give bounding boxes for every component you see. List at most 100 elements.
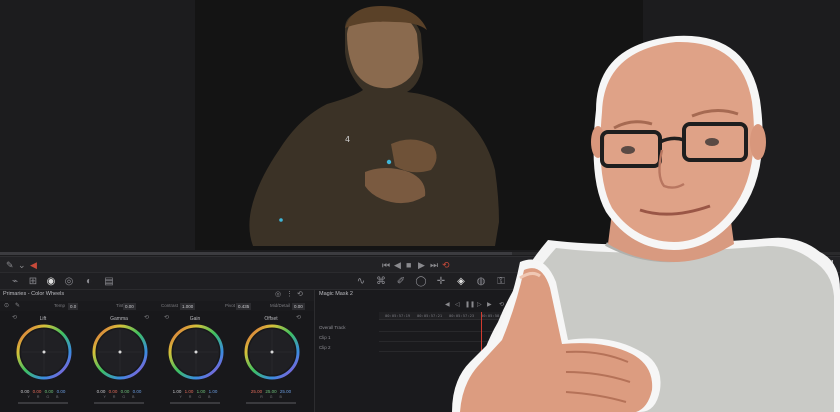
channel-label: G xyxy=(269,395,273,399)
reset-all-icon[interactable]: ◎ xyxy=(275,290,281,298)
track-backward-icon[interactable]: ◀ xyxy=(445,301,450,308)
value-b[interactable]: 1.00 xyxy=(209,389,218,394)
master-slider[interactable] xyxy=(170,402,220,404)
color-wheel-icon[interactable] xyxy=(244,324,300,380)
ruler-tick: 00:05:58:03 xyxy=(513,313,539,318)
value-y[interactable]: 1.00 xyxy=(173,389,182,394)
channel-label: Y xyxy=(27,395,30,399)
tracking-point-icon xyxy=(279,218,283,222)
color-wheels-icon[interactable]: ◉ xyxy=(44,275,58,288)
wheel-label: Gamma xyxy=(110,316,128,322)
value-g[interactable]: 0.00 xyxy=(45,389,54,394)
step-forward-icon[interactable]: ▷ xyxy=(477,301,482,308)
master-slider[interactable] xyxy=(246,402,296,404)
step-backward-icon[interactable]: ◁ xyxy=(455,301,460,308)
palette-toolbar: ⌁ ⊞ ◉ ◎ ◐ ▤ ∿ ⌘ ✐ ◯ ✛ ◈ ◍ ⚿ xyxy=(0,272,840,290)
master-slider[interactable] xyxy=(94,402,144,404)
channel-label: R xyxy=(188,395,192,399)
magic-mask-tools: ◀ ◁ ❚❚ ▷ ▶ ⟲ xyxy=(315,300,840,311)
scrub-back-icon[interactable]: ◀ xyxy=(30,259,37,271)
primaries-title: Primaries - Color Wheels xyxy=(3,291,65,297)
playhead[interactable] xyxy=(481,312,482,412)
track-overall[interactable]: Overall Track xyxy=(319,325,346,330)
picker-icon[interactable]: ✎ xyxy=(15,302,20,309)
track-clip-2[interactable]: Clip 2 xyxy=(319,345,331,350)
key-icon[interactable]: ⚿ xyxy=(494,275,508,288)
value-r[interactable]: 0.00 xyxy=(33,389,42,394)
value-y[interactable]: 0.00 xyxy=(21,389,30,394)
wheel-label: Gain xyxy=(189,316,201,322)
viewer-video-frame: 4 xyxy=(249,6,499,246)
hdr-icon[interactable]: ▤ xyxy=(102,275,116,288)
color-match-icon[interactable]: ⊞ xyxy=(26,275,40,288)
track-clip-1[interactable]: Clip 1 xyxy=(319,335,331,340)
value-g[interactable]: 25.00 xyxy=(265,389,276,394)
dropdown-icon[interactable]: ⌄ xyxy=(18,259,26,271)
color-wheel-icon[interactable] xyxy=(92,324,148,380)
step-back-icon[interactable]: ◀ xyxy=(394,259,401,271)
qualifier-icon[interactable]: ✐ xyxy=(394,275,408,288)
pen-icon[interactable]: ✎ xyxy=(6,259,14,271)
param-pivot-field[interactable]: 0.435 xyxy=(236,303,252,310)
magic-mask-ruler[interactable]: 00:05:57:19 00:05:57:21 00:05:57:23 00:0… xyxy=(379,312,840,320)
window-icon[interactable]: ◯ xyxy=(414,275,428,288)
color-wheel-icon[interactable] xyxy=(16,324,72,380)
channel-label: G xyxy=(198,395,202,399)
more-icon[interactable]: ⟲ xyxy=(297,290,303,298)
transport-bar: ✎ ⌄ ◀ ⏮ ◀ ■ ▶ ⏭ ⟲ 00:05:58:04 xyxy=(0,256,840,272)
color-wheel-icon[interactable] xyxy=(168,324,224,380)
auto-balance-icon[interactable]: ⊙ xyxy=(4,302,9,309)
motion-effects-icon[interactable]: ◐ xyxy=(82,275,96,288)
gamma-wheel[interactable]: ⟲ Gamma 0.00 0.00 0.00 0.00 Y R G B xyxy=(82,311,156,412)
value-g[interactable]: 1.00 xyxy=(197,389,206,394)
viewer-scrubber[interactable] xyxy=(0,252,840,255)
ruler-tick: 00:05:57:19 xyxy=(385,313,411,318)
param-temp-field[interactable]: 0.0 xyxy=(68,303,79,310)
param-label-temp: Temp xyxy=(54,303,66,308)
value-b[interactable]: 0.00 xyxy=(57,389,66,394)
value-r[interactable]: 0.00 xyxy=(109,389,118,394)
lift-wheel[interactable]: ⟲ Lift 0.00 0.00 0.00 0.00 Y R G B xyxy=(6,311,80,412)
track-forward-icon[interactable]: ▶ xyxy=(487,301,492,308)
value-r[interactable]: 1.00 xyxy=(185,389,194,394)
param-tint-field[interactable]: 0.00 xyxy=(123,303,136,310)
track-lane xyxy=(379,341,840,342)
value-r[interactable]: 25.00 xyxy=(251,389,262,394)
gain-wheel[interactable]: ⟲ Gain 1.00 1.00 1.00 1.00 Y R G B xyxy=(158,311,232,412)
warper-icon[interactable]: ⌘ xyxy=(374,275,388,288)
curves-icon[interactable]: ∿ xyxy=(354,275,368,288)
tracker-icon[interactable]: ✛ xyxy=(434,275,448,288)
magic-mask-icon[interactable]: ◈ xyxy=(454,275,468,288)
channel-label: B xyxy=(279,395,282,399)
blur-icon[interactable]: ◍ xyxy=(474,275,488,288)
play-icon[interactable]: ▶ xyxy=(418,259,425,271)
skip-start-icon[interactable]: ⏮ xyxy=(382,259,390,271)
stop-icon[interactable]: ■ xyxy=(406,259,411,271)
reset-track-icon[interactable]: ⟲ xyxy=(499,301,504,308)
wheel-values: 25.00 25.00 25.00 xyxy=(234,389,308,394)
master-slider[interactable] xyxy=(18,402,68,404)
loop-icon[interactable]: ⟲ xyxy=(442,259,450,271)
param-middetail-field[interactable]: 0.00 xyxy=(292,303,305,310)
track-lane xyxy=(379,351,840,352)
viewer-frame: 4 xyxy=(195,0,643,250)
value-b[interactable]: 0.00 xyxy=(133,389,142,394)
wheel-label: Lift xyxy=(39,316,47,322)
param-label-middetail: Mid/Detail xyxy=(270,303,291,308)
value-y[interactable]: 0.00 xyxy=(97,389,106,394)
primaries-header: Primaries - Color Wheels ◎ ⋮ ⟲ xyxy=(0,290,314,301)
pause-icon[interactable]: ❚❚ xyxy=(465,301,475,308)
channel-label: Y xyxy=(103,395,106,399)
skip-end-icon[interactable]: ⏭ xyxy=(430,259,438,271)
rgb-mixer-icon[interactable]: ◎ xyxy=(62,275,76,288)
channel-label: B xyxy=(208,395,211,399)
value-b[interactable]: 25.00 xyxy=(280,389,291,394)
bars-mode-icon[interactable]: ⋮ xyxy=(286,290,293,298)
channel-label: G xyxy=(46,395,50,399)
value-g[interactable]: 0.00 xyxy=(121,389,130,394)
param-contrast-field[interactable]: 1.000 xyxy=(180,303,196,310)
scrubber-progress xyxy=(0,252,513,255)
offset-wheel[interactable]: ⟲ Offset 25.00 25.00 25.00 R G B xyxy=(234,311,308,412)
camera-raw-icon[interactable]: ⌁ xyxy=(8,275,22,288)
magic-mask-title: Magic Mask 2 xyxy=(319,291,353,297)
